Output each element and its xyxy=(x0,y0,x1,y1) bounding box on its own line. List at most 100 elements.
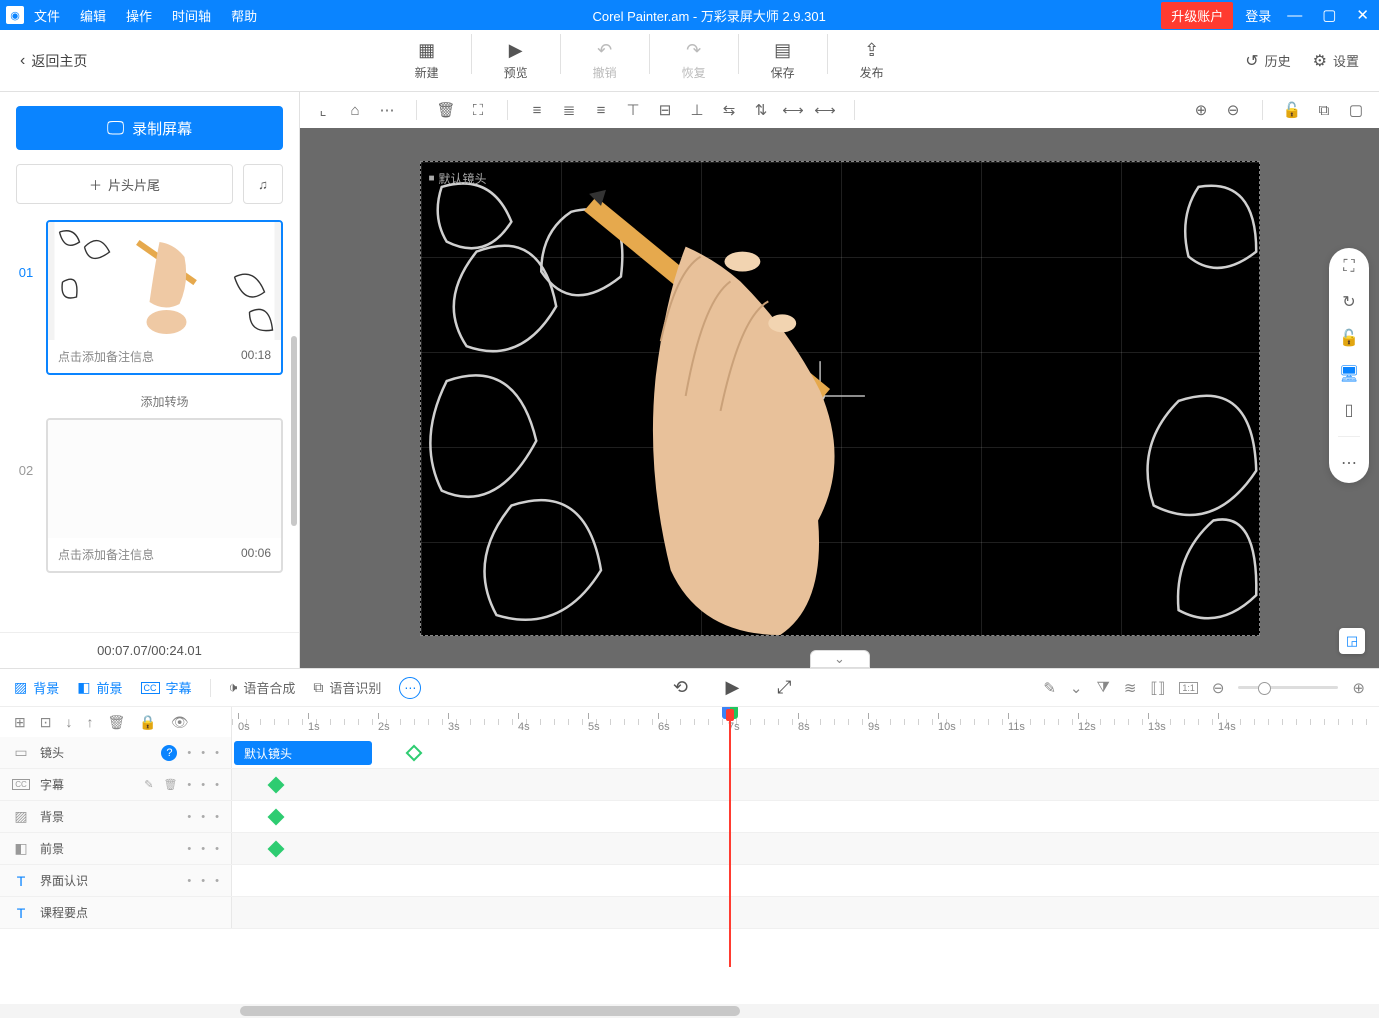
corner-tool[interactable]: ◲ xyxy=(1339,628,1365,654)
maximize-icon[interactable]: ▢ xyxy=(1318,6,1340,24)
tab-background[interactable]: ▨背景 xyxy=(14,678,59,697)
path-icon[interactable]: ≋ xyxy=(1124,679,1137,697)
track-dot[interactable]: • xyxy=(215,747,219,759)
tab-subtitle[interactable]: CC字幕 xyxy=(141,678,192,697)
playhead[interactable] xyxy=(729,707,731,967)
track-lane[interactable] xyxy=(232,865,1379,896)
visibility-icon[interactable]: 👁 xyxy=(171,714,189,731)
track-dot[interactable]: • xyxy=(215,779,219,791)
track-dot[interactable]: • xyxy=(201,875,205,887)
save-button[interactable]: ▤保存 xyxy=(748,34,818,87)
settings-button[interactable]: ⚙设置 xyxy=(1313,51,1359,71)
timeline-ruler[interactable]: 0s1s2s3s4s5s6s7s8s9s10s11s12s13s14s xyxy=(232,707,1379,737)
scene-note[interactable]: 点击添加备注信息 xyxy=(58,348,154,365)
record-screen-button[interactable]: 🖵 录制屏幕 xyxy=(16,106,283,150)
help-icon[interactable]: ? xyxy=(161,745,177,761)
ratio-icon[interactable]: 1:1 xyxy=(1179,682,1198,694)
scene-item-1[interactable]: 01 xyxy=(16,220,283,375)
track-lane[interactable]: 默认镜头 xyxy=(232,737,1379,768)
track-dot[interactable]: • xyxy=(201,747,205,759)
edit-icon[interactable]: ✎ xyxy=(1043,679,1056,697)
lock-track-icon[interactable]: 🔒 xyxy=(139,714,156,731)
mobile-icon[interactable]: ▯ xyxy=(1345,400,1354,420)
more-icon[interactable]: ⋯ xyxy=(378,101,396,119)
move-down-icon[interactable]: ↓ xyxy=(65,714,72,730)
track-dot[interactable]: • xyxy=(215,811,219,823)
paste-icon[interactable]: ▢ xyxy=(1347,101,1365,119)
track-dot[interactable]: • xyxy=(187,811,191,823)
play-button[interactable]: ▶ xyxy=(721,677,743,699)
add-folder-icon[interactable]: ⊡ xyxy=(40,714,52,731)
tab-foreground[interactable]: ◧前景 xyxy=(77,678,122,697)
preview-button[interactable]: ▶预览 xyxy=(481,34,551,87)
back-button[interactable]: ‹ 返回主页 xyxy=(20,51,87,71)
align-right-icon[interactable]: ≡ xyxy=(592,101,610,119)
scene-item-2[interactable]: 02 点击添加备注信息 00:06 xyxy=(16,418,283,573)
keyframe[interactable] xyxy=(268,841,285,858)
menu-action[interactable]: 操作 xyxy=(126,6,152,25)
menu-timeline[interactable]: 时间轴 xyxy=(172,6,211,25)
more-options-icon[interactable]: ⋯ xyxy=(399,677,421,699)
music-button[interactable]: ♫ xyxy=(243,164,283,204)
align-top-icon[interactable]: ⊤ xyxy=(624,101,642,119)
undo-button[interactable]: ↶撤销 xyxy=(570,34,640,87)
rotate-icon[interactable]: ↻ xyxy=(1342,292,1355,312)
zoom-slider[interactable] xyxy=(1238,686,1338,689)
keyframe[interactable] xyxy=(268,777,285,794)
add-track-icon[interactable]: ⊞ xyxy=(14,714,26,731)
minimize-icon[interactable]: — xyxy=(1283,7,1306,24)
align-bottom-icon[interactable]: ⊥ xyxy=(688,101,706,119)
track-lane[interactable] xyxy=(232,833,1379,864)
zoom-out-icon[interactable]: ⊖ xyxy=(1224,101,1242,119)
track-dot[interactable]: • xyxy=(187,875,191,887)
tab-tts[interactable]: 🕩语音合成 xyxy=(229,678,296,697)
zoom-in-button[interactable]: ⊕ xyxy=(1352,679,1365,697)
distribute-v-icon[interactable]: ⇅ xyxy=(752,101,770,119)
close-icon[interactable]: ✕ xyxy=(1352,6,1373,24)
track-dot[interactable]: • xyxy=(201,779,205,791)
home-icon[interactable]: ⌂ xyxy=(346,101,364,119)
upgrade-button[interactable]: 升级账户 xyxy=(1161,2,1233,29)
track-lane[interactable] xyxy=(232,769,1379,800)
new-button[interactable]: ▦新建 xyxy=(392,34,462,87)
equal-width-icon[interactable]: ⟷ xyxy=(784,101,802,119)
keyframe-add[interactable] xyxy=(406,745,423,762)
edit-icon[interactable]: ✎ xyxy=(144,778,153,791)
equal-height-icon[interactable]: ⟷ xyxy=(816,101,834,119)
funnel-icon[interactable]: ⧩ xyxy=(1097,679,1110,696)
timeline-scrollbar[interactable] xyxy=(0,1004,1379,1018)
add-transition-button[interactable]: 添加转场 xyxy=(46,385,283,418)
align-middle-icon[interactable]: ⊟ xyxy=(656,101,674,119)
expand-button[interactable]: ⤢ xyxy=(773,677,795,699)
rewind-button[interactable]: ⟲ xyxy=(669,677,691,699)
scrollbar-thumb[interactable] xyxy=(240,1006,740,1016)
trash-icon[interactable]: 🗑 xyxy=(437,101,455,119)
filter-icon[interactable]: ⌄ xyxy=(1070,679,1083,697)
track-dot[interactable]: • xyxy=(187,747,191,759)
collapse-handle[interactable]: ⌄ xyxy=(810,650,870,668)
camera-clip[interactable]: 默认镜头 xyxy=(234,741,372,765)
unlock-icon[interactable]: 🔓 xyxy=(1283,101,1301,119)
login-button[interactable]: 登录 xyxy=(1245,6,1271,25)
copy-icon[interactable]: ⧉ xyxy=(1315,101,1333,119)
track-dot[interactable]: • xyxy=(187,779,191,791)
more-dots-icon[interactable]: ⋯ xyxy=(1341,453,1357,473)
align-left-icon[interactable]: ≡ xyxy=(528,101,546,119)
stage[interactable]: 默认镜头 xyxy=(420,161,1260,636)
redo-button[interactable]: ↷恢复 xyxy=(659,34,729,87)
move-up-icon[interactable]: ↑ xyxy=(86,714,93,730)
canvas-stage[interactable]: 默认镜头 xyxy=(300,128,1379,668)
sidebar-scrollbar[interactable] xyxy=(291,336,297,526)
history-button[interactable]: ↺历史 xyxy=(1245,51,1290,71)
intro-outro-button[interactable]: ＋ 片头片尾 xyxy=(16,164,233,204)
menu-edit[interactable]: 编辑 xyxy=(80,6,106,25)
delete-track-icon[interactable]: 🗑 xyxy=(107,714,125,731)
menu-file[interactable]: 文件 xyxy=(34,6,60,25)
publish-button[interactable]: ⇪发布 xyxy=(837,34,907,87)
track-lane[interactable] xyxy=(232,801,1379,832)
zoom-out-button[interactable]: ⊖ xyxy=(1212,679,1225,697)
desktop-icon[interactable]: 🖥 xyxy=(1339,364,1359,384)
fullscreen-icon[interactable]: ⛶ xyxy=(1343,258,1354,276)
distribute-h-icon[interactable]: ⇆ xyxy=(720,101,738,119)
track-dot[interactable]: • xyxy=(201,843,205,855)
